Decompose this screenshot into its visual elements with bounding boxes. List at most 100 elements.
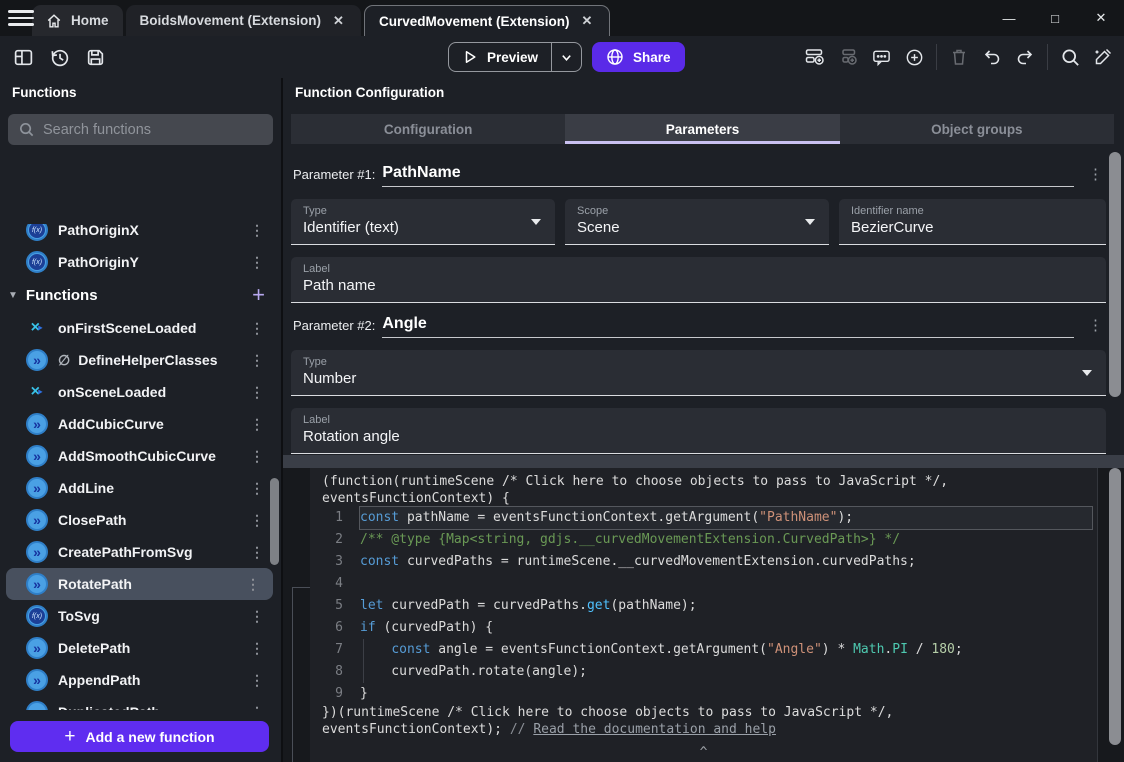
- item-menu-icon[interactable]: ⋮: [250, 448, 265, 465]
- function-item-rotatepath[interactable]: »RotatePath⋮: [6, 568, 273, 600]
- function-item-tosvg[interactable]: f(x)ToSvg⋮: [0, 600, 277, 632]
- code-line-content[interactable]: let curvedPath = curvedPaths.get(pathNam…: [360, 595, 1092, 617]
- parameters-scrollbar[interactable]: [1109, 152, 1121, 397]
- function-item-createpathfromsvg[interactable]: »CreatePathFromSvg⋮: [0, 536, 277, 568]
- function-item-onsceneloaded[interactable]: ×‣onSceneLoaded⋮: [0, 376, 277, 408]
- history-icon[interactable]: [48, 46, 70, 68]
- search-functions-input[interactable]: [43, 122, 263, 138]
- code-scrollbar[interactable]: [1109, 468, 1121, 745]
- function-item-pathoriginx[interactable]: f(x)PathOriginX⋮: [0, 224, 277, 246]
- undo-icon[interactable]: [981, 46, 1003, 68]
- functions-group-header[interactable]: ▼Functions+: [0, 278, 277, 312]
- item-menu-icon[interactable]: ⋮: [250, 320, 265, 337]
- function-item-definehelperclasses[interactable]: »∅DefineHelperClasses⋮: [0, 344, 277, 376]
- function-item-addsmoothcubiccurve[interactable]: »AddSmoothCubicCurve⋮: [0, 440, 277, 472]
- add-function-button[interactable]: + Add a new function: [10, 721, 269, 752]
- close-tab-icon[interactable]: ✕: [578, 11, 595, 31]
- item-menu-icon[interactable]: ⋮: [250, 704, 265, 711]
- add-event-icon[interactable]: [804, 46, 826, 68]
- theme-brush-icon[interactable]: [1092, 46, 1114, 68]
- label-field[interactable]: LabelRotation angle: [291, 408, 1106, 454]
- tab-configuration[interactable]: Configuration: [291, 114, 565, 144]
- item-menu-icon[interactable]: ⋮: [246, 576, 261, 593]
- function-item-onfirstsceneloaded[interactable]: ×‣onFirstSceneLoaded⋮: [0, 312, 277, 344]
- function-item-duplicatedpath[interactable]: »DuplicatedPath⋮: [0, 696, 277, 710]
- share-button[interactable]: Share: [592, 42, 685, 72]
- item-menu-icon[interactable]: ⋮: [250, 254, 265, 271]
- function-item-deletepath[interactable]: »DeletePath⋮: [0, 632, 277, 664]
- globe-icon: [606, 48, 624, 66]
- code-line-content[interactable]: }: [360, 683, 1092, 705]
- code-editor[interactable]: (function(runtimeScene /* Click here to …: [310, 468, 1098, 762]
- item-menu-icon[interactable]: ⋮: [250, 224, 265, 239]
- redo-icon[interactable]: [1014, 46, 1036, 68]
- tab-boidsmovement-extension[interactable]: BoidsMovement (Extension)✕: [126, 5, 361, 36]
- item-menu-icon[interactable]: ⋮: [250, 640, 265, 657]
- tab-curvedmovement-extension[interactable]: CurvedMovement (Extension)✕: [364, 5, 610, 36]
- function-item-pathoriginy[interactable]: f(x)PathOriginY⋮: [0, 246, 277, 278]
- add-other-icon[interactable]: [903, 46, 925, 68]
- code-line-content[interactable]: [360, 573, 1092, 595]
- collapse-triangle-icon[interactable]: ▼: [8, 290, 18, 301]
- code-line-5[interactable]: 5let curvedPath = curvedPaths.get(pathNa…: [310, 595, 1097, 617]
- window-minimize-button[interactable]: —: [986, 11, 1032, 26]
- code-wrapper-footer-line[interactable]: eventsFunctionContext); // Read the docu…: [310, 722, 1097, 739]
- save-icon[interactable]: [84, 46, 106, 68]
- function-item-addline[interactable]: »AddLine⋮: [0, 472, 277, 504]
- documentation-link[interactable]: Read the documentation and help: [533, 722, 776, 737]
- scope-select[interactable]: ScopeScene: [565, 199, 829, 245]
- code-line-4[interactable]: 4: [310, 573, 1097, 595]
- item-menu-icon[interactable]: ⋮: [250, 608, 265, 625]
- code-line-content[interactable]: /** @type {Map<string, gdjs.__curvedMove…: [360, 529, 1092, 551]
- code-line-content[interactable]: const angle = eventsFunctionContext.getA…: [360, 639, 1092, 661]
- tab-object-groups[interactable]: Object groups: [840, 114, 1114, 144]
- type-select[interactable]: TypeIdentifier (text): [291, 199, 555, 245]
- identifier-name-field[interactable]: Identifier nameBezierCurve: [839, 199, 1106, 245]
- collapse-event-caret[interactable]: ^: [700, 745, 708, 760]
- item-menu-icon[interactable]: ⋮: [250, 512, 265, 529]
- code-line-2[interactable]: 2/** @type {Map<string, gdjs.__curvedMov…: [310, 529, 1097, 551]
- code-wrapper-footer-line[interactable]: })(runtimeScene /* Click here to choose …: [310, 705, 1097, 722]
- function-item-appendpath[interactable]: »AppendPath⋮: [0, 664, 277, 696]
- parameter-menu-icon[interactable]: ⋮: [1088, 316, 1104, 338]
- tab-home[interactable]: Home: [32, 5, 123, 36]
- code-line-content[interactable]: curvedPath.rotate(angle);: [360, 661, 1092, 683]
- window-close-button[interactable]: ✕: [1078, 10, 1124, 26]
- item-menu-icon[interactable]: ⋮: [250, 480, 265, 497]
- code-line-9[interactable]: 9}: [310, 683, 1097, 705]
- main-menu-button[interactable]: [8, 7, 34, 29]
- add-comment-icon[interactable]: [870, 46, 892, 68]
- parameter-menu-icon[interactable]: ⋮: [1088, 165, 1104, 187]
- function-item-label: PathOriginY: [58, 254, 139, 270]
- label-field[interactable]: LabelPath name: [291, 257, 1106, 303]
- preview-options-dropdown[interactable]: [552, 51, 581, 64]
- preview-button[interactable]: Preview: [449, 49, 551, 65]
- item-menu-icon[interactable]: ⋮: [250, 352, 265, 369]
- parameter-name-input[interactable]: PathName: [382, 164, 1074, 187]
- close-tab-icon[interactable]: ✕: [330, 11, 347, 31]
- item-menu-icon[interactable]: ⋮: [250, 672, 265, 689]
- item-menu-icon[interactable]: ⋮: [250, 416, 265, 433]
- function-item-addcubiccurve[interactable]: »AddCubicCurve⋮: [0, 408, 277, 440]
- function-item-closepath[interactable]: »ClosePath⋮: [0, 504, 277, 536]
- code-line-6[interactable]: 6if (curvedPath) {: [310, 617, 1097, 639]
- item-menu-icon[interactable]: ⋮: [250, 544, 265, 561]
- sidebar-scrollbar[interactable]: [270, 478, 279, 565]
- item-menu-icon[interactable]: ⋮: [250, 384, 265, 401]
- code-line-8[interactable]: 8 curvedPath.rotate(angle);: [310, 661, 1097, 683]
- code-line-1[interactable]: 1const pathName = eventsFunctionContext.…: [310, 507, 1097, 529]
- code-line-content[interactable]: const pathName = eventsFunctionContext.g…: [360, 507, 1092, 529]
- toggle-panels-icon[interactable]: [12, 46, 34, 68]
- code-wrapper-header-line[interactable]: eventsFunctionContext) {: [310, 491, 1097, 508]
- tab-parameters[interactable]: Parameters: [565, 114, 839, 144]
- code-line-7[interactable]: 7 const angle = eventsFunctionContext.ge…: [310, 639, 1097, 661]
- code-line-content[interactable]: if (curvedPath) {: [360, 617, 1092, 639]
- code-line-content[interactable]: const curvedPaths = runtimeScene.__curve…: [360, 551, 1092, 573]
- search-icon[interactable]: [1059, 46, 1081, 68]
- parameter-name-input[interactable]: Angle: [382, 315, 1074, 338]
- code-wrapper-header-line[interactable]: (function(runtimeScene /* Click here to …: [310, 474, 1097, 491]
- code-line-3[interactable]: 3const curvedPaths = runtimeScene.__curv…: [310, 551, 1097, 573]
- add-function-plus-icon[interactable]: +: [252, 284, 265, 306]
- type-select[interactable]: TypeNumber: [291, 350, 1106, 396]
- window-maximize-button[interactable]: □: [1032, 11, 1078, 26]
